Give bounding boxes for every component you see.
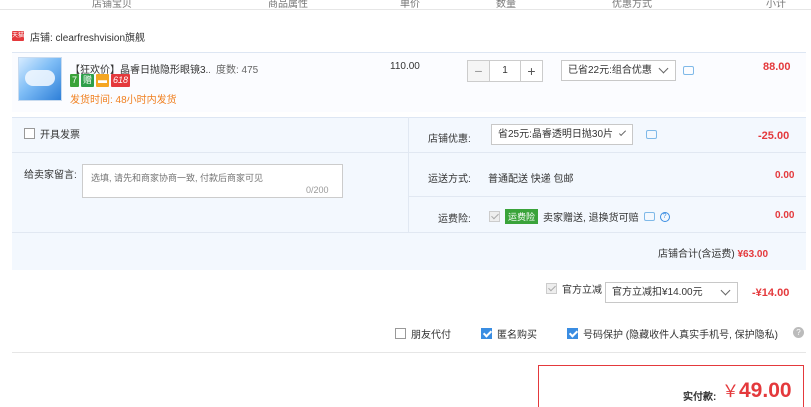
- col-shop-items: 店铺宝贝: [92, 0, 132, 10]
- message-icon[interactable]: [643, 212, 655, 221]
- privacy-label: 号码保护 (隐藏收件人真实手机号, 保护隐私): [583, 330, 778, 341]
- help-icon[interactable]: ?: [659, 211, 670, 222]
- official-discount-checkbox: [546, 283, 557, 294]
- invoice-checkbox[interactable]: [24, 128, 35, 139]
- insurance-checkbox: [489, 211, 500, 222]
- panel-divider-h: [408, 152, 806, 153]
- payment-value: 49.00: [739, 379, 792, 402]
- shipping-label: 运送方式:: [428, 174, 471, 185]
- shop-name-link[interactable]: 店铺: clearfreshvision旗舰: [30, 29, 145, 44]
- anonymous-option[interactable]: 匿名购买: [481, 326, 537, 341]
- item-discount-select[interactable]: 已省22元:组合优惠: [561, 60, 676, 81]
- panel-divider: [408, 117, 409, 232]
- product-image[interactable]: [18, 57, 62, 101]
- friend-pay-option[interactable]: 朋友代付: [395, 326, 451, 341]
- friend-pay-checkbox[interactable]: [395, 328, 406, 339]
- invoice-label: 开具发票: [40, 130, 80, 141]
- message-box: [82, 164, 343, 198]
- product-spec: 度数: 475: [216, 65, 259, 76]
- shop-total-label: 店铺合计(含运费): [658, 249, 735, 260]
- payment-amount: ￥49.00: [722, 377, 792, 403]
- col-price: 单价: [400, 0, 420, 10]
- divider: [12, 352, 806, 353]
- official-discount-select[interactable]: 官方立减扣¥14.00元: [605, 282, 738, 303]
- product-badges: 7 赠 ▬ 618: [70, 74, 131, 87]
- panel-divider-h: [408, 196, 806, 197]
- shop-discount-value: 省25元:晶睿透明日抛30片: [498, 129, 614, 140]
- invoice-option[interactable]: 开具发票: [24, 126, 80, 141]
- insurance-label: 运费险:: [438, 214, 471, 225]
- privacy-checkbox[interactable]: [567, 328, 578, 339]
- shop-total: 店铺合计(含运费) ¥63.00: [658, 245, 768, 260]
- chevron-down-icon: [618, 128, 627, 137]
- friend-pay-label: 朋友代付: [411, 330, 451, 341]
- quantity-stepper: − 1 +: [467, 60, 543, 82]
- official-discount-amount: -¥14.00: [752, 287, 790, 299]
- col-subtotal: 小计: [766, 0, 786, 10]
- col-discount: 优惠方式: [612, 0, 652, 10]
- unit-price: 110.00: [390, 61, 420, 72]
- card-icon: ▬: [96, 74, 110, 87]
- gift-badge: 赠: [81, 74, 95, 87]
- official-discount-option: 官方立减: [546, 281, 602, 296]
- official-discount-value: 官方立减扣¥14.00元: [612, 287, 703, 298]
- insurance-option: 运费险 卖家赠送, 退换货可赔 ?: [489, 209, 670, 224]
- currency-symbol: ￥: [722, 382, 739, 401]
- column-header: 店铺宝贝 商品属性 单价 数量 优惠方式 小计: [0, 0, 811, 10]
- insurance-text: 卖家赠送, 退换货可赔: [543, 213, 639, 224]
- shop-row: 天猫 店铺: clearfreshvision旗舰: [12, 28, 145, 44]
- shop-discount-select[interactable]: 省25元:晶睿透明日抛30片: [491, 124, 633, 145]
- 618-badge: 618: [111, 74, 131, 87]
- insurance-tag: 运费险: [505, 209, 539, 224]
- message-label: 给卖家留言:: [24, 170, 77, 181]
- anonymous-label: 匿名购买: [497, 330, 537, 341]
- message-icon[interactable]: [646, 130, 657, 139]
- anonymous-checkbox[interactable]: [481, 328, 492, 339]
- tmall-icon: 天猫: [12, 31, 25, 41]
- payment-label: 实付款:: [683, 392, 717, 403]
- message-icon[interactable]: [683, 66, 694, 75]
- chevron-down-icon: [720, 285, 731, 296]
- shop-discount-label: 店铺优惠:: [428, 134, 471, 145]
- shipping-fee: 0.00: [775, 170, 795, 181]
- shipping-method: 普通配送 快递 包邮: [488, 174, 574, 185]
- help-icon[interactable]: ?: [793, 327, 804, 338]
- shop-discount-amount: -25.00: [758, 130, 790, 142]
- seven-day-return-badge: 7: [70, 74, 80, 87]
- message-char-count: 0/200: [306, 185, 329, 195]
- item-discount-value: 已省22元:组合优惠: [568, 65, 652, 76]
- shop-total-value: ¥63.00: [737, 249, 769, 260]
- col-attributes: 商品属性: [268, 0, 308, 10]
- panel-divider-h: [12, 152, 408, 153]
- quantity-input[interactable]: 1: [490, 60, 520, 82]
- increase-qty-button[interactable]: +: [520, 60, 543, 82]
- chevron-down-icon: [658, 63, 669, 74]
- ship-time: 发货时间: 48小时内发货: [70, 95, 177, 106]
- panel-divider-h: [12, 232, 806, 233]
- insurance-fee: 0.00: [775, 210, 795, 221]
- official-discount-label: 官方立减: [562, 285, 602, 296]
- col-qty: 数量: [496, 0, 516, 10]
- privacy-option[interactable]: 号码保护 (隐藏收件人真实手机号, 保护隐私): [567, 326, 778, 341]
- decrease-qty-button[interactable]: −: [467, 60, 490, 82]
- seller-message-input[interactable]: [83, 165, 342, 197]
- item-subtotal: 88.00: [763, 61, 791, 73]
